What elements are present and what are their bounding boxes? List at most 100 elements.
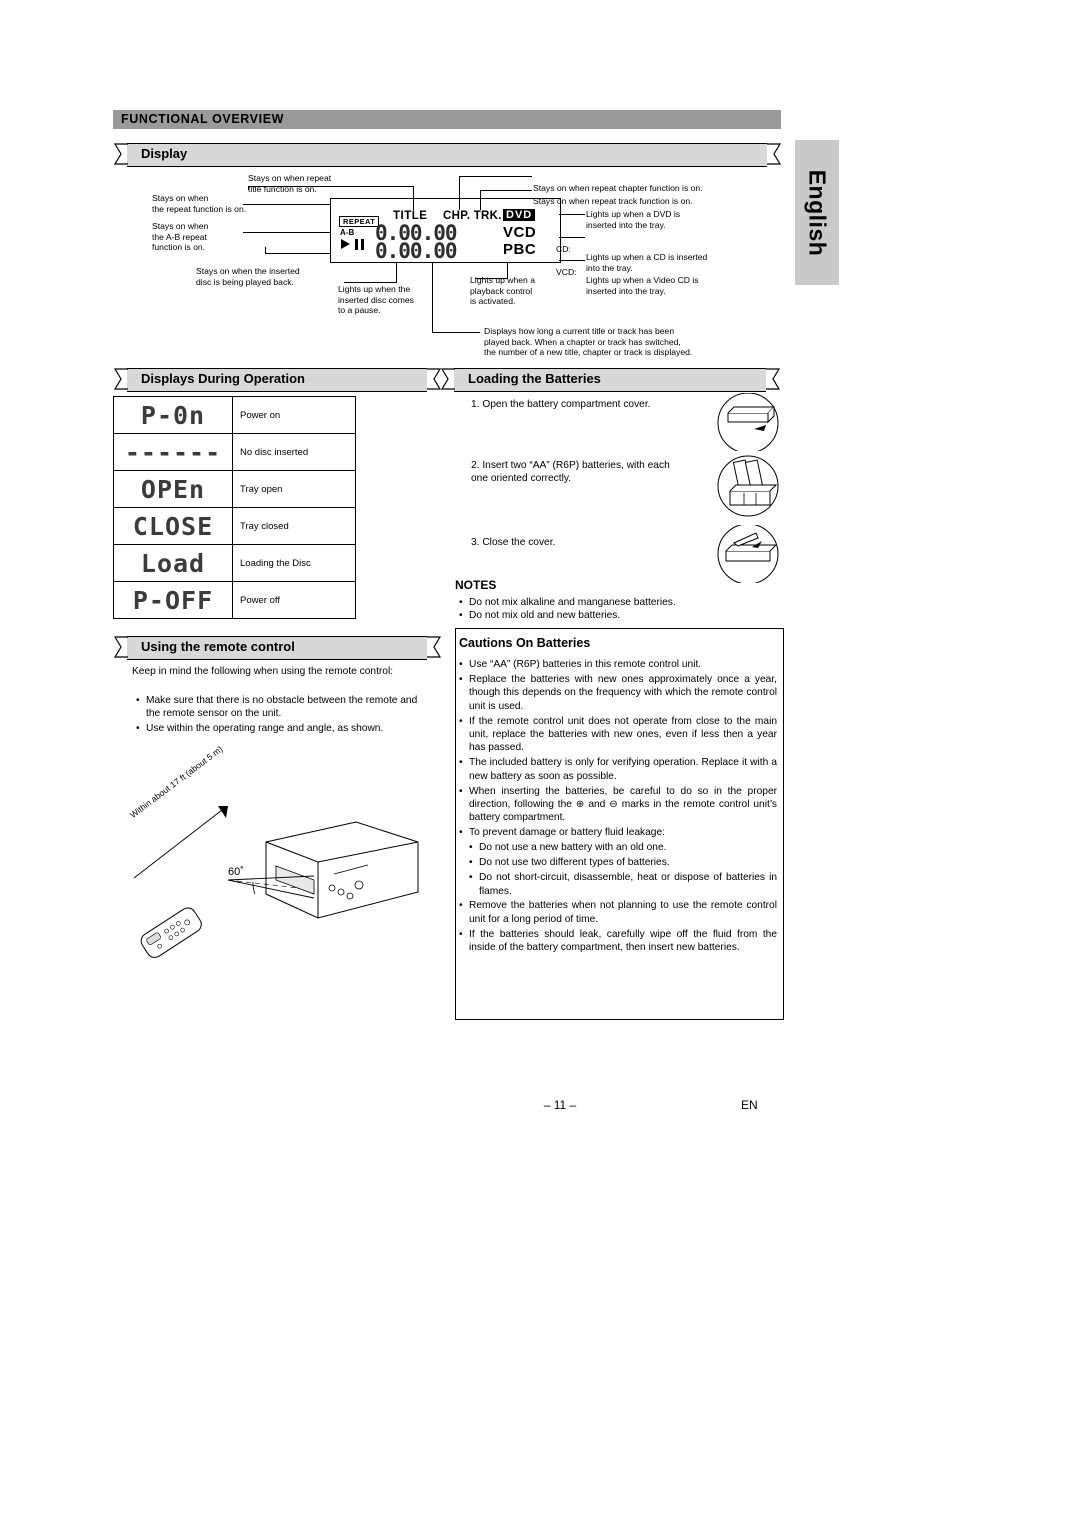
vfd-time-lower: 0.00.00	[375, 239, 458, 263]
vfd-ab-indicator: A-B	[340, 228, 355, 237]
lcd-glyph: P-OFF	[132, 585, 214, 615]
callout-pbc: Lights up when a playback control is act…	[470, 275, 535, 307]
vfd-vcd-indicator: VCD	[503, 224, 537, 241]
battery-close-cover-icon	[717, 525, 779, 583]
callout-vcd-label: VCD:	[556, 267, 577, 277]
leader-line	[265, 253, 330, 254]
lcd-glyph: P-0n	[140, 400, 206, 430]
battery-step-3: 3. Close the cover.	[471, 537, 556, 548]
state-label: No disc inserted	[232, 433, 356, 471]
caution-item: If the remote control unit does not oper…	[459, 715, 777, 755]
ribbon-loading-batteries: Loading the Batteries	[440, 368, 782, 392]
callout-cd-label: CD:	[556, 244, 571, 254]
language-tab: English	[795, 140, 839, 285]
callout-ab-repeat: Stays on when the A-B repeat function is…	[152, 221, 209, 253]
ribbon-displays-label: Displays During Operation	[141, 371, 305, 386]
ribbon-using-remote: Using the remote control	[113, 636, 443, 660]
ribbon-right-cap-icon	[766, 368, 781, 390]
callout-repeat-track: Stays on when repeat track function is o…	[533, 196, 693, 206]
ribbon-display: Display	[113, 143, 782, 167]
callout-repeat-title: Stays on when repeat title function is o…	[248, 173, 332, 194]
caution-item: The included battery is only for verifyi…	[459, 756, 777, 783]
lcd-glyph: Load	[140, 548, 206, 578]
lcd-cell: Load	[113, 544, 233, 582]
page-number: – 11 –	[543, 1098, 577, 1112]
vfd-dvd-indicator: DVD	[503, 209, 536, 221]
vfd-display-panel: REPEAT A-B TITLE CHP. TRK. DVD 0.00.00 0…	[330, 198, 561, 263]
vfd-pause-icon-right	[361, 239, 364, 250]
leader-line	[344, 282, 397, 283]
cautions-title: Cautions On Batteries	[459, 636, 591, 650]
caution-item: Replace the batteries with new ones appr…	[459, 673, 777, 713]
ribbon-display-label: Display	[141, 146, 188, 161]
vfd-pause-icon-left	[355, 239, 358, 250]
lcd-cell: ------	[113, 433, 233, 471]
callout-dvd: Lights up when a DVD is inserted into th…	[586, 209, 681, 230]
table-row: Load Loading the Disc	[113, 544, 356, 582]
lcd-cell: P-OFF	[113, 581, 233, 619]
caution-item: Remove the batteries when not planning t…	[459, 899, 777, 926]
lcd-glyph: ------	[124, 437, 222, 467]
leader-line	[265, 247, 266, 253]
cautions-list: Use “AA” (R6P) batteries in this remote …	[459, 658, 777, 956]
remote-bullet: Use within the operating range and angle…	[136, 722, 426, 736]
leader-line	[559, 214, 585, 215]
display-states-table: P-0n Power on ------ No disc inserted OP…	[113, 396, 356, 619]
language-code: EN	[741, 1098, 758, 1112]
caution-item: When inserting the batteries, be careful…	[459, 785, 777, 825]
caution-item: Use “AA” (R6P) batteries in this remote …	[459, 658, 777, 672]
remote-bullet: Make sure that there is no obstacle betw…	[136, 694, 426, 721]
caution-subitem: Do not short-circuit, disassemble, heat …	[459, 871, 777, 898]
notes-title: NOTES	[455, 578, 497, 592]
battery-cover-open-icon	[717, 393, 779, 451]
ribbon-right-cap-icon	[427, 636, 442, 658]
caution-item: If the batteries should leak, carefully …	[459, 928, 777, 955]
lcd-cell: P-0n	[113, 396, 233, 434]
caution-subitem: Do not use two different types of batter…	[459, 856, 777, 870]
section-header-bar: FUNCTIONAL OVERVIEW	[113, 110, 781, 129]
battery-step-1: 1. Open the battery compartment cover.	[471, 399, 651, 410]
note-item: Do not mix alkaline and manganese batter…	[459, 596, 779, 609]
callout-cd: Lights up when a CD is inserted into the…	[586, 252, 708, 273]
lcd-glyph: CLOSE	[132, 511, 214, 541]
leader-line	[559, 237, 585, 238]
callout-time: Displays how long a current title or tra…	[484, 326, 693, 358]
leader-line	[480, 190, 532, 191]
page-title: FUNCTIONAL OVERVIEW	[121, 112, 285, 126]
caution-subitem: Do not use a new battery with an old one…	[459, 841, 777, 855]
lcd-cell: OPEn	[113, 470, 233, 508]
vfd-play-icon	[341, 239, 350, 249]
state-label: Power off	[232, 581, 356, 619]
battery-step-2: 2. Insert two “AA” (R6P) batteries, with…	[471, 460, 670, 485]
table-row: P-0n Power on	[113, 396, 356, 434]
table-row: ------ No disc inserted	[113, 433, 356, 471]
manual-page: FUNCTIONAL OVERVIEW English Display REPE…	[0, 0, 1080, 1528]
ribbon-displays-during-operation: Displays During Operation	[113, 368, 443, 392]
leader-line	[243, 204, 330, 205]
leader-line	[559, 260, 585, 261]
lcd-glyph: OPEn	[140, 474, 206, 504]
battery-insert-icon	[717, 455, 779, 517]
ribbon-left-cap-icon	[440, 368, 455, 390]
leader-line	[459, 176, 460, 210]
leader-line	[413, 186, 414, 210]
language-tab-label: English	[804, 169, 831, 256]
leader-line	[396, 262, 397, 282]
state-label: Tray open	[232, 470, 356, 508]
state-label: Loading the Disc	[232, 544, 356, 582]
ribbon-batteries-label: Loading the Batteries	[468, 371, 601, 386]
ribbon-remote-label: Using the remote control	[141, 639, 295, 654]
note-item: Do not mix old and new batteries.	[459, 609, 779, 622]
table-row: CLOSE Tray closed	[113, 507, 356, 545]
ribbon-left-cap-icon	[113, 143, 128, 165]
callout-playing-back: Stays on when the inserted disc is being…	[196, 266, 300, 287]
state-label: Power on	[232, 396, 356, 434]
ribbon-right-cap-icon	[767, 143, 782, 165]
leader-line	[243, 232, 330, 233]
ribbon-left-cap-icon	[113, 368, 128, 390]
vfd-pbc-indicator: PBC	[503, 241, 537, 258]
remote-intro-text: Keep in mind the following when using th…	[132, 666, 394, 677]
remote-angle-label: 60˚	[228, 866, 244, 878]
remote-bullets: Make sure that there is no obstacle betw…	[136, 694, 426, 736]
lcd-cell: CLOSE	[113, 507, 233, 545]
